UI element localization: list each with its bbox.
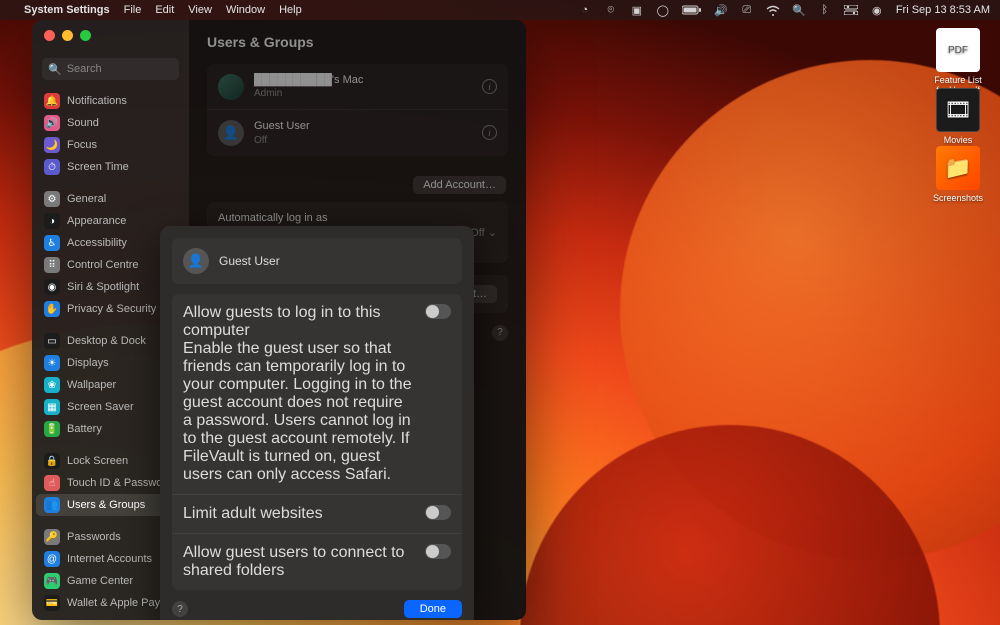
siri-icon[interactable]: ◉	[870, 3, 884, 17]
control-center-icon[interactable]	[844, 3, 858, 17]
sidebar-label: Accessibility	[67, 237, 127, 249]
limit-adult-toggle[interactable]	[425, 505, 451, 520]
menu-file[interactable]: File	[124, 4, 142, 16]
sidebar-label: Control Centre	[67, 259, 139, 271]
sidebar-icon: ◑	[44, 213, 60, 229]
status-cloud-icon[interactable]: ⌾	[604, 3, 618, 17]
help-button[interactable]: ?	[172, 601, 188, 617]
allow-guests-label: Allow guests to log in to this computer	[183, 304, 415, 340]
modal-title: Guest User	[219, 254, 280, 268]
status-gauge-icon[interactable]: ◔	[578, 3, 592, 17]
search-field[interactable]: 🔍 Search	[42, 58, 179, 80]
system-settings-window: 🔍 Search 🔔 Notifications 🔊 Sound 🌙 Focus ⏱ Scre…	[32, 20, 526, 620]
sidebar-icon: ▭	[44, 333, 60, 349]
sidebar-item-sound[interactable]: 🔊 Sound	[36, 112, 185, 134]
menu-view[interactable]: View	[188, 4, 212, 16]
sidebar-label: Internet Accounts	[67, 553, 152, 565]
wifi-icon[interactable]	[766, 3, 780, 17]
menu-edit[interactable]: Edit	[155, 4, 174, 16]
sidebar-icon: ⏱	[44, 159, 60, 175]
sidebar-label: Appearance	[67, 215, 126, 227]
sidebar-label: Privacy & Security	[67, 303, 156, 315]
sidebar-icon: 🔋	[44, 421, 60, 437]
sidebar-label: Battery	[67, 423, 102, 435]
sidebar-label: Displays	[67, 357, 109, 369]
sidebar-item-general[interactable]: ⚙︎ General	[36, 188, 185, 210]
sidebar-icon: 🔒	[44, 453, 60, 469]
close-button[interactable]	[44, 30, 55, 41]
bluetooth-icon[interactable]: ᛒ	[818, 3, 832, 17]
display-icon[interactable]: ⎚	[740, 3, 754, 17]
sidebar-icon: 🔔	[44, 93, 60, 109]
status-cast-icon[interactable]: ▣	[630, 3, 644, 17]
sidebar-icon: ✋	[44, 301, 60, 317]
window-traffic-lights	[44, 30, 91, 41]
status-user-icon[interactable]: ◯	[656, 3, 670, 17]
sidebar-label: Game Center	[67, 575, 133, 587]
search-icon: 🔍	[48, 63, 62, 76]
spotlight-icon[interactable]: 🔍	[792, 3, 806, 17]
sidebar-label: Screen Saver	[67, 401, 134, 413]
sidebar-label: Screen Time	[67, 161, 129, 173]
sidebar-icon: 💳	[44, 595, 60, 611]
sidebar-item-focus[interactable]: 🌙 Focus	[36, 134, 185, 156]
sidebar-icon: 🔑	[44, 529, 60, 545]
sidebar-label: Focus	[67, 139, 97, 151]
sidebar-icon: 🎮	[44, 573, 60, 589]
allow-shared-folders-toggle[interactable]	[425, 544, 451, 559]
sidebar-icon: ▦	[44, 399, 60, 415]
done-button[interactable]: Done	[404, 600, 462, 618]
sidebar-icon: ☝︎	[44, 475, 60, 491]
sidebar-label: Wallpaper	[67, 379, 116, 391]
sidebar-label: Touch ID & Password	[67, 477, 172, 489]
zoom-button[interactable]	[80, 30, 91, 41]
menubar: System Settings File Edit View Window He…	[0, 0, 1000, 20]
sidebar-icon: ♿︎	[44, 235, 60, 251]
desktop-folder-movies[interactable]: 🎞Movies	[930, 88, 986, 145]
sidebar-icon: 👥	[44, 497, 60, 513]
sidebar-icon: 🌙	[44, 137, 60, 153]
desktop-file-pdf[interactable]: PDFFeature List for U….pdf	[930, 28, 986, 95]
sidebar-label: Wallet & Apple Pay	[67, 597, 160, 609]
sidebar-label: General	[67, 193, 106, 205]
allow-guests-toggle[interactable]	[425, 304, 451, 319]
battery-icon[interactable]	[682, 3, 702, 17]
sidebar-label: Lock Screen	[67, 455, 128, 467]
sidebar-icon: 🔊	[44, 115, 60, 131]
sidebar-item-screen-time[interactable]: ⏱ Screen Time	[36, 156, 185, 178]
sidebar-label: Desktop & Dock	[67, 335, 146, 347]
sidebar-label: Passwords	[67, 531, 121, 543]
sidebar-label: Sound	[67, 117, 99, 129]
limit-adult-label: Limit adult websites	[183, 505, 415, 523]
sidebar-icon: ⠿	[44, 257, 60, 273]
minimize-button[interactable]	[62, 30, 73, 41]
desktop-folder-screenshots[interactable]: 📁Screenshots	[930, 146, 986, 203]
sidebar-icon: ⚙︎	[44, 191, 60, 207]
sidebar-icon: ☀︎	[44, 355, 60, 371]
app-menu[interactable]: System Settings	[24, 4, 110, 16]
avatar: 👤	[183, 248, 209, 274]
sidebar-icon: ◉	[44, 279, 60, 295]
sidebar-item-notifications[interactable]: 🔔 Notifications	[36, 90, 185, 112]
sidebar-label: Siri & Spotlight	[67, 281, 139, 293]
search-placeholder: Search	[67, 63, 102, 75]
sidebar-icon: @	[44, 551, 60, 567]
sidebar-label: Users & Groups	[67, 499, 145, 511]
menubar-clock[interactable]: Fri Sep 13 8:53 AM	[896, 4, 990, 16]
allow-shared-folders-label: Allow guest users to connect to shared f…	[183, 544, 415, 580]
guest-user-sheet: 👤 Guest User Allow guests to log in to t…	[160, 226, 474, 620]
menu-help[interactable]: Help	[279, 4, 302, 16]
menu-window[interactable]: Window	[226, 4, 265, 16]
sidebar-icon: ❀	[44, 377, 60, 393]
volume-icon[interactable]: 🔊	[714, 3, 728, 17]
sidebar-label: Notifications	[67, 95, 127, 107]
